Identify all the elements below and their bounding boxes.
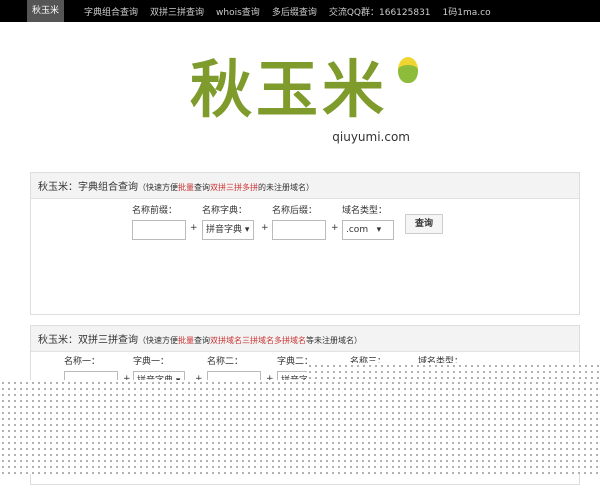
panel-title: 秋玉米：双拼三拼查询 [38, 335, 138, 346]
search-button[interactable]: 查询 [405, 214, 443, 234]
nav-dict-combo[interactable]: 字典组合查询 [84, 5, 138, 18]
dict-field: 名称字典： 拼音字典 ▾ [202, 203, 254, 240]
plus-sign: + [331, 223, 339, 233]
tld-select[interactable]: .com ▾ [342, 220, 394, 240]
corn-icon [398, 57, 418, 83]
nav-whois[interactable]: whois查询 [216, 5, 260, 18]
loading-overlay [0, 380, 600, 474]
logo-text: 秋玉米 [190, 53, 389, 126]
panel-title: 秋玉米：字典组合查询 [38, 182, 138, 193]
panel-header: 秋玉米：双拼三拼查询（快速方便批量查询双拼域名三拼域名多拼域名等未注册域名） [31, 326, 579, 352]
logo-domain: qiuyumi.com [332, 130, 410, 144]
nav-pinyin[interactable]: 双拼三拼查询 [150, 5, 204, 18]
plus-sign: + [190, 223, 198, 233]
tld-field: 域名类型： .com ▾ [342, 203, 394, 240]
top-nav: 秋玉米 字典组合查询 双拼三拼查询 whois查询 多后缀查询 交流QQ群：16… [0, 0, 600, 22]
nav-qq-group: 交流QQ群：166125831 [328, 7, 431, 18]
site-logo[interactable]: 秋玉米 qiuyumi.com [190, 55, 420, 150]
suffix-field: 名称后缀： [272, 203, 326, 240]
dict-combo-panel: 秋玉米：字典组合查询（快速方便批量查询双拼三拼多拼的未注册域名） 名称前缀： +… [30, 172, 580, 315]
suffix-input[interactable] [272, 220, 326, 240]
panel-header: 秋玉米：字典组合查询（快速方便批量查询双拼三拼多拼的未注册域名） [31, 173, 579, 199]
nav-multi-suffix[interactable]: 多后缀查询 [272, 5, 317, 18]
plus-sign: + [261, 223, 269, 233]
prefix-input[interactable] [132, 220, 186, 240]
panel-desc: （快速方便批量查询双拼三拼多拼的未注册域名） [138, 183, 314, 192]
panel-desc: （快速方便批量查询双拼域名三拼域名多拼域名等未注册域名） [138, 336, 362, 345]
dict-select[interactable]: 拼音字典 ▾ [202, 220, 254, 240]
nav-1ma[interactable]: 1码1ma.co [443, 5, 491, 18]
nav-brand[interactable]: 秋玉米 [27, 0, 65, 22]
prefix-field: 名称前缀： [132, 203, 186, 240]
